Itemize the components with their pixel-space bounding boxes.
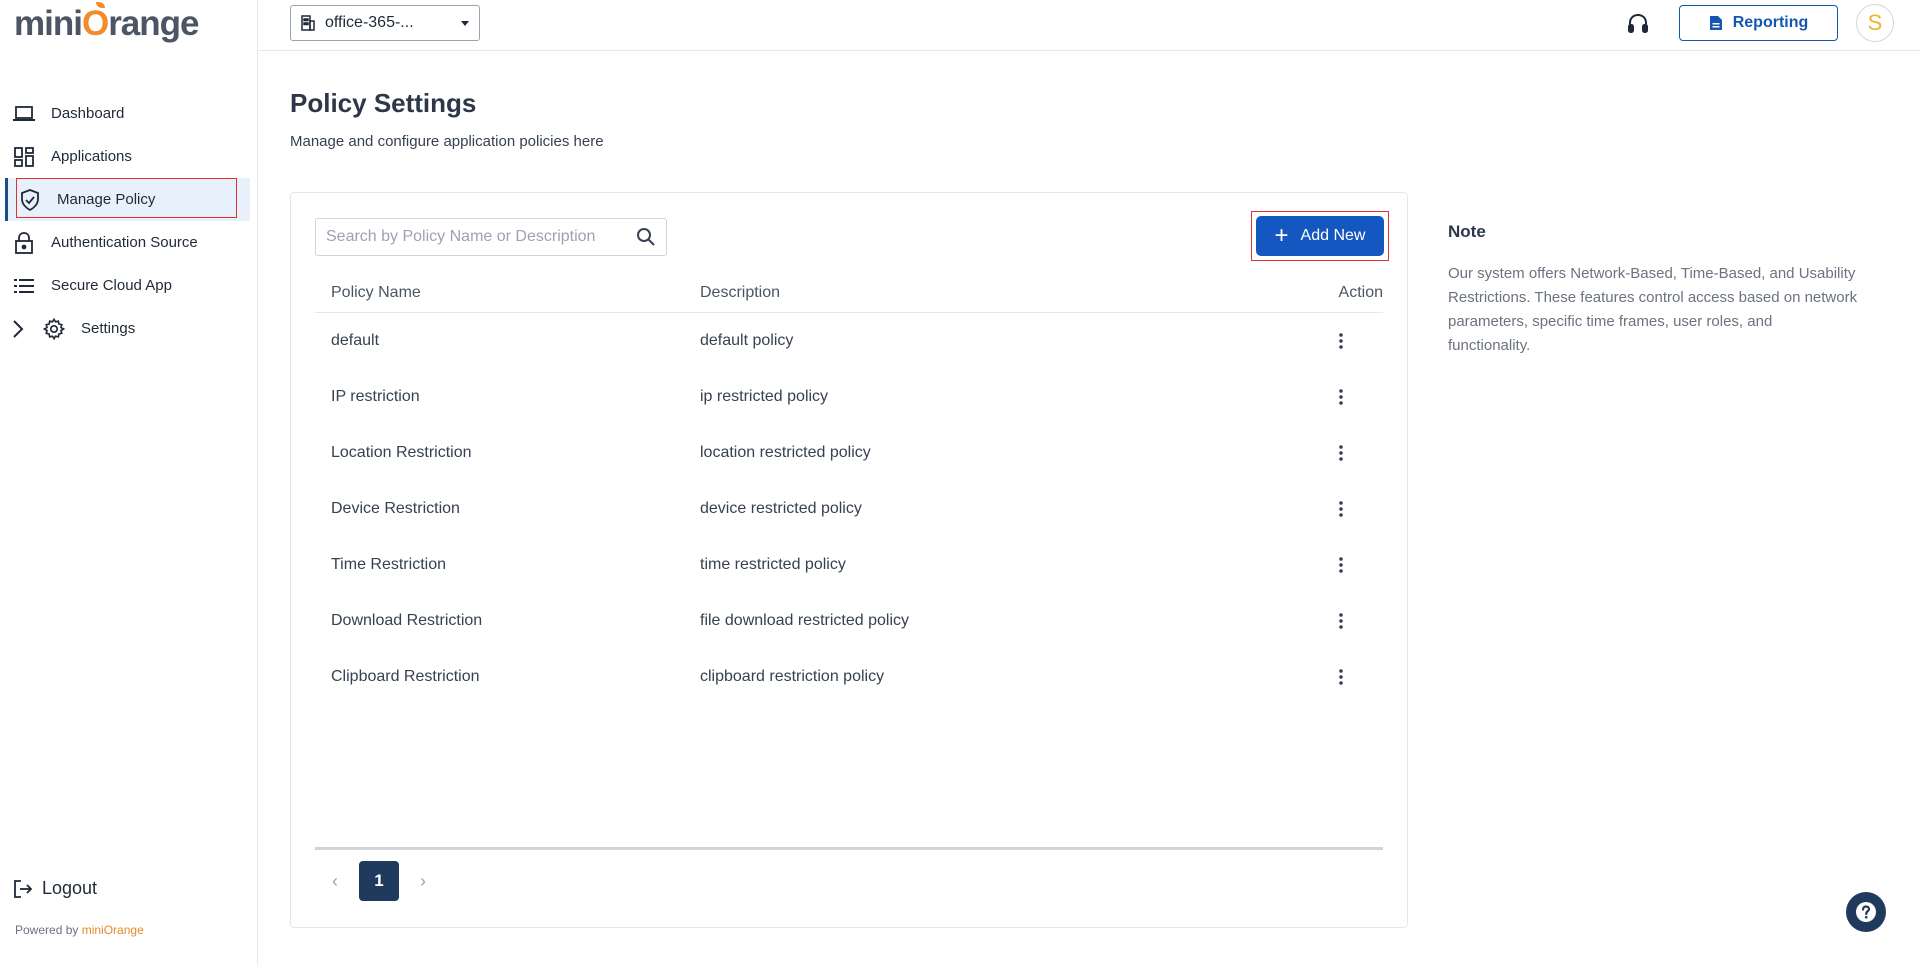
reporting-button[interactable]: Reporting	[1679, 5, 1838, 41]
powered-by: Powered by miniOrange	[15, 923, 144, 937]
sidebar-item-secure-cloud-app[interactable]: Secure Cloud App	[0, 264, 258, 307]
policy-description-cell: file download restricted policy	[700, 612, 909, 629]
pagination-prev-button[interactable]: ‹	[315, 861, 355, 901]
miniorange-logo[interactable]: mini Orange	[14, 2, 200, 44]
organization-select-value: office-365-...	[325, 14, 414, 31]
page-title: Policy Settings	[290, 88, 477, 118]
pagination-page-button[interactable]: 1	[359, 861, 399, 901]
user-avatar[interactable]: S	[1856, 4, 1894, 42]
column-header-policy-name: Policy Name	[331, 283, 421, 301]
more-vertical-icon[interactable]	[1329, 665, 1353, 689]
policy-description-cell: location restricted policy	[700, 444, 871, 461]
column-header-action: Action	[1338, 283, 1383, 301]
policy-name-cell: Location Restriction	[331, 444, 472, 461]
logout-label: Logout	[42, 878, 98, 898]
search-input[interactable]	[326, 228, 636, 246]
more-vertical-icon[interactable]	[1329, 497, 1353, 521]
logo-text-suffix: range	[108, 4, 199, 43]
policy-description-cell: default policy	[700, 332, 794, 349]
building-icon	[301, 15, 315, 31]
policy-card: + Add New Policy Name Description Action…	[290, 192, 1408, 928]
organization-select[interactable]: office-365-...	[290, 5, 480, 41]
help-button[interactable]	[1846, 892, 1886, 932]
table-row[interactable]: Download Restriction file download restr…	[315, 593, 1383, 649]
sidebar-item-settings[interactable]: Settings	[0, 307, 258, 350]
policy-table: Policy Name Description Action default d…	[315, 273, 1383, 705]
more-vertical-icon[interactable]	[1329, 441, 1353, 465]
shield-check-icon	[18, 188, 42, 212]
sidebar-item-label: Authentication Source	[51, 234, 198, 251]
table-header: Policy Name Description Action	[315, 273, 1383, 313]
list-icon	[12, 274, 36, 298]
policy-name-cell: IP restriction	[331, 388, 420, 405]
table-row[interactable]: IP restriction ip restricted policy	[315, 369, 1383, 425]
more-vertical-icon[interactable]	[1329, 609, 1353, 633]
policy-name-cell: Clipboard Restriction	[331, 668, 480, 685]
sidebar-item-applications[interactable]: Applications	[0, 135, 258, 178]
logout-button[interactable]: Logout	[14, 878, 97, 899]
sidebar-item-label: Dashboard	[51, 105, 125, 122]
add-new-label: Add New	[1300, 227, 1366, 244]
question-circle-icon	[1856, 902, 1876, 922]
pagination-next-button[interactable]: ›	[403, 861, 443, 901]
logo-o: O	[81, 2, 109, 43]
sidebar-item-label: Settings	[81, 320, 136, 337]
gear-icon	[42, 317, 66, 341]
reporting-label: Reporting	[1732, 14, 1809, 31]
more-vertical-icon[interactable]	[1329, 329, 1353, 353]
policy-description-cell: time restricted policy	[700, 556, 846, 573]
sidebar-item-label: Secure Cloud App	[51, 277, 172, 294]
table-footer-divider	[315, 847, 1383, 850]
table-row[interactable]: Device Restriction device restricted pol…	[315, 481, 1383, 537]
sidebar-nav: Dashboard Applications Manage Policy Aut…	[0, 92, 258, 350]
top-bar: office-365-... Reporting S	[258, 0, 1920, 51]
sidebar-item-label: Manage Policy	[57, 191, 156, 208]
table-row[interactable]: Clipboard Restriction clipboard restrict…	[315, 649, 1383, 705]
plus-icon: +	[1274, 222, 1289, 249]
sidebar: mini Orange Dashboard Applications Manage…	[0, 0, 258, 965]
policy-name-cell: Download Restriction	[331, 612, 483, 629]
policy-description-cell: ip restricted policy	[700, 388, 829, 405]
add-new-button[interactable]: + Add New	[1256, 216, 1384, 256]
column-header-description: Description	[700, 283, 781, 301]
powered-by-brand-link[interactable]: miniOrange	[82, 923, 144, 937]
policy-name-cell: Time Restriction	[331, 556, 446, 573]
sidebar-item-dashboard[interactable]: Dashboard	[0, 92, 258, 135]
report-document-icon	[1709, 15, 1723, 31]
policy-description-cell: clipboard restriction policy	[700, 668, 885, 685]
pagination: ‹ 1 ›	[315, 861, 443, 901]
policy-name-cell: default	[331, 332, 380, 349]
table-row[interactable]: default default policy	[315, 313, 1383, 369]
table-row[interactable]: Time Restriction time restricted policy	[315, 537, 1383, 593]
grid-icon	[12, 145, 36, 169]
page-subtitle: Manage and configure application policie…	[290, 133, 604, 150]
more-vertical-icon[interactable]	[1329, 553, 1353, 577]
lock-icon	[12, 231, 36, 255]
chevron-right-icon[interactable]	[12, 319, 34, 339]
add-new-highlight: + Add New	[1251, 211, 1389, 261]
logo-text-prefix: mini	[14, 4, 83, 43]
sidebar-item-label: Applications	[51, 148, 132, 165]
search-icon[interactable]	[636, 227, 656, 247]
table-row[interactable]: Location Restriction location restricted…	[315, 425, 1383, 481]
laptop-icon	[12, 102, 36, 126]
sidebar-item-manage-policy[interactable]: Manage Policy	[5, 178, 250, 221]
policy-name-cell: Device Restriction	[331, 500, 460, 517]
search-box	[315, 218, 667, 256]
note-body: Our system offers Network-Based, Time-Ba…	[1448, 265, 1858, 354]
caret-down-icon	[461, 20, 469, 26]
support-headset-icon[interactable]	[1624, 10, 1652, 38]
sidebar-item-authentication-source[interactable]: Authentication Source	[0, 221, 258, 264]
logout-icon	[14, 879, 32, 898]
note-title: Note	[1448, 222, 1486, 241]
policy-description-cell: device restricted policy	[700, 500, 862, 517]
more-vertical-icon[interactable]	[1329, 385, 1353, 409]
